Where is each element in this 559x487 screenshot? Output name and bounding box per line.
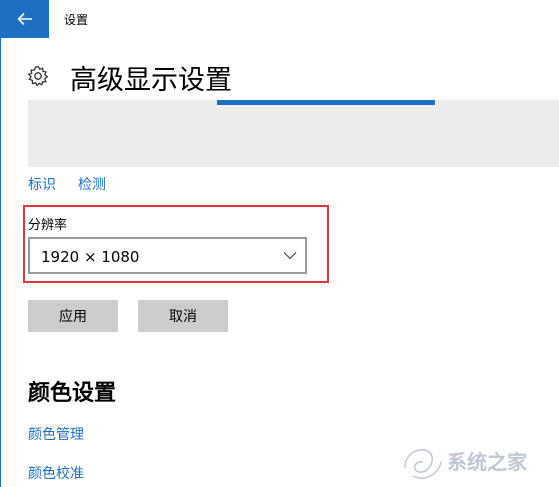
title-bar: 设置	[1, 0, 559, 38]
detect-link[interactable]: 检测	[78, 174, 106, 194]
resolution-value: 1920 × 1080	[41, 248, 140, 266]
resolution-label: 分辨率	[28, 218, 68, 233]
gear-icon	[27, 65, 49, 87]
watermark-logo: 系统之家	[404, 448, 528, 479]
apply-button[interactable]: 应用	[28, 300, 118, 332]
color-calibration-link[interactable]: 颜色校准	[28, 463, 84, 483]
back-arrow-icon	[17, 12, 32, 26]
monitor-1-tile[interactable]	[217, 100, 435, 105]
resolution-dropdown[interactable]: 1920 × 1080	[28, 237, 307, 274]
display-arrangement-area[interactable]	[28, 100, 559, 167]
chevron-down-icon	[283, 252, 297, 260]
settings-window: 设置 高级显示设置 标识 检测 分辨率 1920 × 1080 应用 取消 颜色…	[0, 0, 559, 487]
color-management-link[interactable]: 颜色管理	[28, 424, 84, 444]
page-title: 高级显示设置	[70, 65, 232, 96]
identify-link[interactable]: 标识	[28, 174, 56, 194]
back-button[interactable]	[1, 0, 49, 38]
color-settings-heading: 颜色设置	[28, 381, 117, 406]
svg-text:系统之家: 系统之家	[447, 450, 528, 474]
cancel-button[interactable]: 取消	[138, 300, 228, 332]
window-title: 设置	[64, 13, 89, 27]
